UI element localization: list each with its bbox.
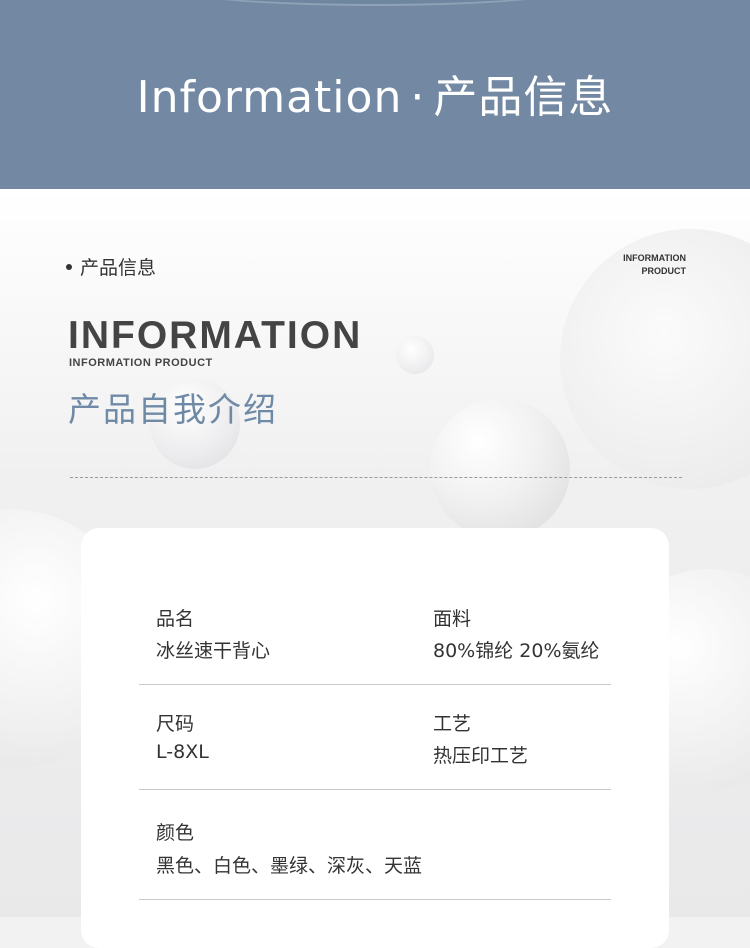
section-label-text: 产品信息 bbox=[80, 257, 157, 279]
craft-label: 工艺 bbox=[433, 713, 472, 735]
dashed-divider bbox=[70, 477, 682, 478]
craft-value: 热压印工艺 bbox=[433, 745, 529, 767]
banner-separator: · bbox=[410, 72, 426, 123]
size-value: L-8XL bbox=[156, 741, 209, 763]
product-intro-title: 产品自我介绍 bbox=[68, 390, 278, 429]
section-label: 产品信息 bbox=[66, 253, 156, 280]
big-information-title: INFORMATION bbox=[68, 314, 363, 357]
banner-title-cn: 产品信息 bbox=[433, 72, 614, 123]
bullet-icon bbox=[66, 264, 72, 270]
fabric-label: 面料 bbox=[433, 608, 472, 630]
row-divider bbox=[139, 684, 611, 685]
row-divider bbox=[139, 899, 611, 900]
fabric-value: 80%锦纶 20%氨纶 bbox=[433, 640, 600, 662]
size-label: 尺码 bbox=[156, 713, 195, 735]
information-product-subtitle: INFORMATION PRODUCT bbox=[69, 357, 213, 369]
color-value: 黑色、白色、墨绿、深灰、天蓝 bbox=[156, 855, 423, 877]
color-label: 颜色 bbox=[156, 822, 195, 844]
name-value: 冰丝速干背心 bbox=[156, 640, 271, 662]
corner-tag: INFORMATION PRODUCT bbox=[566, 252, 686, 278]
name-label: 品名 bbox=[156, 608, 195, 630]
decorative-sphere bbox=[396, 336, 434, 374]
banner-title-en: Information bbox=[136, 72, 403, 123]
spec-card: 品名 冰丝速干背心 面料 80%锦纶 20%氨纶 尺码 L-8XL 工艺 热压印… bbox=[81, 528, 669, 948]
decorative-sphere bbox=[430, 399, 570, 539]
banner-title: Information · 产品信息 bbox=[0, 68, 750, 128]
corner-tag-line2: PRODUCT bbox=[641, 266, 687, 276]
header-banner: Information · 产品信息 bbox=[0, 0, 750, 189]
corner-tag-line1: INFORMATION bbox=[623, 253, 686, 263]
row-divider bbox=[139, 789, 611, 790]
banner-arc-decoration bbox=[150, 0, 600, 6]
